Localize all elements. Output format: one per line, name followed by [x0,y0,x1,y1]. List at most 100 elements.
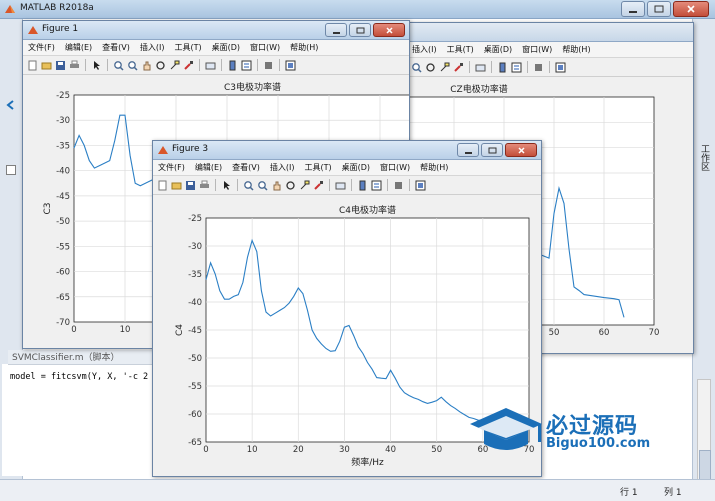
open-file-icon[interactable] [41,60,52,71]
legend-icon[interactable] [511,62,522,73]
rotate-icon[interactable] [155,60,166,71]
new-file-icon[interactable] [27,60,38,71]
chart-title: CZ电极功率谱 [450,83,507,95]
figure-3-minimize-button[interactable] [457,143,479,157]
maximize-button[interactable] [647,1,671,17]
pointer-icon[interactable] [221,180,232,191]
figure-1-minimize-button[interactable] [325,23,347,37]
y-tick-label: -45 [188,326,202,336]
figure-1-close-button[interactable] [373,23,405,37]
y-axis-label: C4 [175,324,185,336]
y-tick-label: -65 [188,438,202,448]
figure-3-maximize-button[interactable] [481,143,503,157]
link-icon[interactable] [205,60,216,71]
y-tick-label: -30 [56,116,70,126]
figure-1-menu-item[interactable]: 桌面(D) [207,42,245,53]
legend-icon[interactable] [241,60,252,71]
legend-icon[interactable] [371,180,382,191]
print-icon[interactable] [69,60,80,71]
figure-1-menubar: 文件(F) 编辑(E) 查看(V) 插入(I) 工具(T) 桌面(D) 窗口(W) 帮助(H) [23,40,409,56]
data-cursor-icon[interactable] [169,60,180,71]
y-tick-label: -55 [188,382,202,392]
link-icon[interactable] [475,62,486,73]
figure-1-menu-item[interactable]: 帮助(H) [285,42,323,53]
pan-icon[interactable] [271,180,282,191]
zoom-in-icon[interactable] [243,180,254,191]
y-tick-label: -60 [56,268,70,278]
x-tick-label: 60 [599,328,610,338]
hide-tools-icon[interactable] [393,180,404,191]
dock-icon[interactable] [285,60,296,71]
figure-3-menu-item[interactable]: 查看(V) [227,162,265,173]
hide-tools-icon[interactable] [533,62,544,73]
matlab-logo-icon [5,5,15,13]
hide-tools-icon[interactable] [263,60,274,71]
figure-3-menu-item[interactable]: 窗口(W) [375,162,415,173]
figure-3-menu-item[interactable]: 插入(I) [265,162,300,173]
zoom-out-icon[interactable] [127,60,138,71]
minimize-button[interactable] [621,1,645,17]
pointer-icon[interactable] [91,60,102,71]
colorbar-icon[interactable] [227,60,238,71]
figure-2-menu-item[interactable]: 窗口(W) [517,44,557,55]
data-cursor-icon[interactable] [299,180,310,191]
watermark-logo: 必过源码 Biguo100.com [466,402,676,462]
new-file-icon[interactable] [157,180,168,191]
figure-2-menu-item[interactable]: 帮助(H) [557,44,595,55]
back-arrow-icon[interactable] [4,99,16,111]
figure-3-menu-item[interactable]: 桌面(D) [337,162,375,173]
dock-icon[interactable] [415,180,426,191]
chart-title: C4电极功率谱 [339,204,396,216]
watermark-en-text: Biguo100.com [546,436,651,451]
rotate-icon[interactable] [285,180,296,191]
brush-icon[interactable] [453,62,464,73]
zoom-out-icon[interactable] [411,62,422,73]
dock-icon[interactable] [555,62,566,73]
figure-1-menu-item[interactable]: 文件(F) [23,42,60,53]
x-tick-label: 50 [549,328,560,338]
y-tick-label: -50 [56,217,70,227]
y-tick-label: -60 [188,410,202,420]
expand-icon[interactable] [6,165,16,175]
zoom-out-icon[interactable] [257,180,268,191]
y-tick-label: -30 [188,242,202,252]
link-icon[interactable] [335,180,346,191]
brush-icon[interactable] [183,60,194,71]
save-icon[interactable] [55,60,66,71]
data-cursor-icon[interactable] [439,62,450,73]
figure-3-close-button[interactable] [505,143,537,157]
figure-1-menu-item[interactable]: 工具(T) [169,42,206,53]
workspace-label[interactable]: 工作区 [698,144,711,171]
figure-3-title-bar: Figure 3 [153,141,541,160]
figure-1-maximize-button[interactable] [349,23,371,37]
rotate-icon[interactable] [425,62,436,73]
y-axis-label: C3 [43,202,53,214]
figure-1-menu-item[interactable]: 编辑(E) [60,42,97,53]
figure-3-menu-item[interactable]: 编辑(E) [190,162,227,173]
figure-1-menu-item[interactable]: 插入(I) [135,42,170,53]
figure-2-menu-item[interactable]: 工具(T) [442,44,479,55]
print-icon[interactable] [199,180,210,191]
colorbar-icon[interactable] [357,180,368,191]
colorbar-icon[interactable] [497,62,508,73]
brush-icon[interactable] [313,180,324,191]
pan-icon[interactable] [141,60,152,71]
y-tick-label: -40 [188,298,202,308]
figure-2-menu-item[interactable]: 插入(I) [407,44,442,55]
figure-3-menu-item[interactable]: 帮助(H) [415,162,453,173]
x-tick-label: 0 [203,445,208,455]
editor-scrollbar[interactable] [697,379,711,491]
figure-1-title: Figure 1 [42,24,79,34]
figure-3-toolbar [153,176,541,195]
save-icon[interactable] [185,180,196,191]
zoom-in-icon[interactable] [113,60,124,71]
open-file-icon[interactable] [171,180,182,191]
figure-3-menu-item[interactable]: 工具(T) [299,162,336,173]
close-button[interactable] [673,1,709,17]
figure-1-title-bar: Figure 1 [23,21,409,40]
main-title-bar: MATLAB R2018a [0,0,715,19]
figure-1-menu-item[interactable]: 窗口(W) [245,42,285,53]
figure-1-menu-item[interactable]: 查看(V) [97,42,135,53]
figure-3-menu-item[interactable]: 文件(F) [153,162,190,173]
figure-2-menu-item[interactable]: 桌面(D) [479,44,517,55]
